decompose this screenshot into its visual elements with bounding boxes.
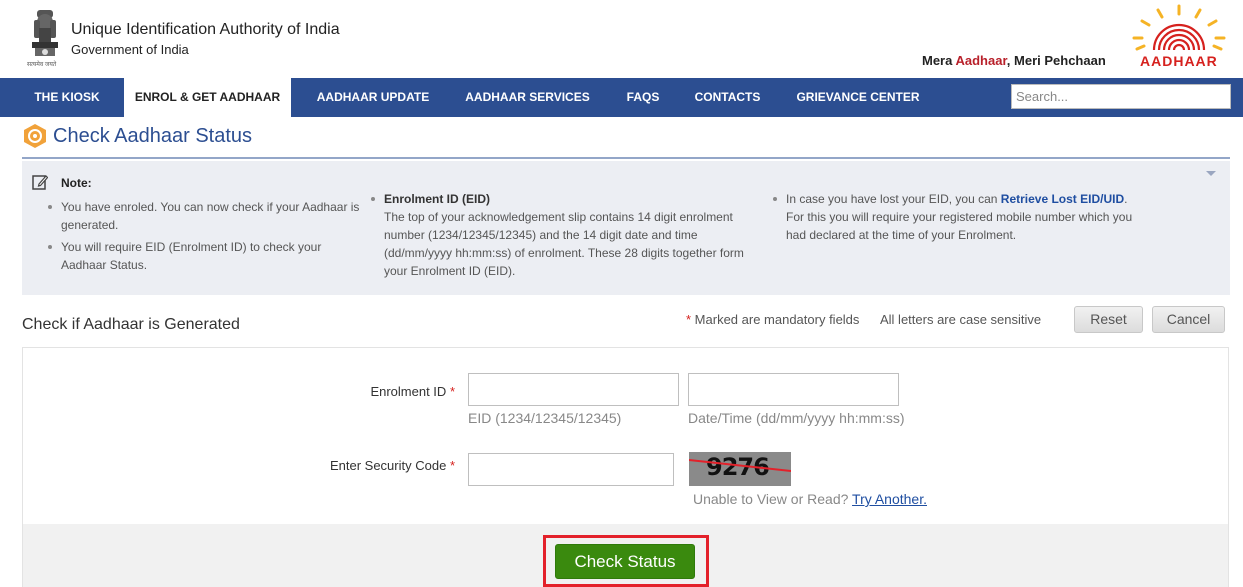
cancel-button[interactable]: Cancel xyxy=(1152,306,1225,333)
bullet-icon xyxy=(48,205,52,209)
tagline-highlight: Aadhaar xyxy=(955,53,1007,68)
eid-hint: EID (1234/12345/12345) xyxy=(468,410,622,426)
security-code-label-text: Enter Security Code xyxy=(329,458,447,473)
case-sensitive-note: All letters are case sensitive xyxy=(880,312,1042,327)
enrolment-id-label: Enrolment ID * xyxy=(300,384,455,399)
reset-button[interactable]: Reset xyxy=(1074,306,1143,333)
nav-item-contacts[interactable]: CONTACTS xyxy=(683,78,772,117)
collapse-arrow-icon[interactable] xyxy=(1206,171,1216,176)
captcha-help: Unable to View or Read? Try Another. xyxy=(693,491,927,507)
aadhaar-logo-text: AADHAAR xyxy=(1140,53,1218,69)
note-col2: Enrolment ID (EID) The top of your ackno… xyxy=(384,190,754,280)
nav-item-enrol-get-aadhaar[interactable]: ENROL & GET AADHAAR xyxy=(124,78,291,117)
note-col3-prefix: In case you have lost your EID, you can xyxy=(786,192,1001,206)
note-col1-item1: You have enroled. You can now check if y… xyxy=(61,200,360,232)
bullet-icon xyxy=(773,197,777,201)
org-subtitle: Government of India xyxy=(71,42,189,57)
search-input[interactable] xyxy=(1011,84,1231,109)
org-title: Unique Identification Authority of India xyxy=(71,21,340,38)
try-another-link[interactable]: Try Another. xyxy=(852,491,927,507)
captcha-help-text: Unable to View or Read? xyxy=(693,491,853,507)
nav-item-faqs[interactable]: FAQS xyxy=(613,78,673,117)
tagline: Mera Aadhaar, Meri Pehchaan xyxy=(922,53,1106,68)
nav-item-aadhaar-services[interactable]: AADHAAR SERVICES xyxy=(452,78,603,117)
main-nav: THE KIOSK ENROL & GET AADHAAR AADHAAR UP… xyxy=(0,78,1243,117)
note-col3: In case you have lost your EID, you can … xyxy=(786,190,1141,244)
form-heading: Check if Aadhaar is Generated xyxy=(22,316,240,333)
nav-item-the-kiosk[interactable]: THE KIOSK xyxy=(22,78,112,117)
note-col2-title: Enrolment ID (EID) xyxy=(384,192,491,206)
page-title: Check Aadhaar Status xyxy=(53,125,253,147)
note-col1-item2: You will require EID (Enrolment ID) to c… xyxy=(61,240,322,272)
nav-item-grievance-center[interactable]: GRIEVANCE CENTER xyxy=(784,78,932,117)
site-header: सत्यमेव जयते Unique Identification Autho… xyxy=(0,0,1243,78)
captcha-strike-icon xyxy=(689,459,791,472)
enrolment-id-label-text: Enrolment ID xyxy=(370,384,447,399)
security-code-input[interactable] xyxy=(468,453,674,486)
national-emblem-icon xyxy=(32,10,58,56)
bullet-icon xyxy=(48,245,52,249)
eid-input[interactable] xyxy=(468,373,679,406)
required-star: * xyxy=(449,458,455,473)
nav-item-aadhaar-update[interactable]: AADHAAR UPDATE xyxy=(303,78,443,117)
datetime-input[interactable] xyxy=(688,373,899,406)
retrieve-lost-eid-link[interactable]: Retrieve Lost EID/UID xyxy=(1001,192,1124,206)
tagline-suffix: , Meri Pehchaan xyxy=(1006,53,1106,68)
status-hexagon-icon xyxy=(24,124,46,148)
captcha-image: 9276 xyxy=(689,452,791,486)
emblem-caption: सत्यमेव जयते xyxy=(27,62,57,68)
security-code-label: Enter Security Code * xyxy=(270,458,455,473)
mandatory-text: Marked are mandatory fields xyxy=(691,312,860,327)
bullet-icon xyxy=(371,197,375,201)
datetime-hint: Date/Time (dd/mm/yyyy hh:mm:ss) xyxy=(688,410,905,426)
edit-note-icon xyxy=(32,175,48,190)
tagline-prefix: Mera xyxy=(922,53,956,68)
check-status-button[interactable]: Check Status xyxy=(555,544,695,579)
mandatory-note: * Marked are mandatory fields xyxy=(686,312,859,327)
title-divider xyxy=(22,157,1230,159)
required-star: * xyxy=(449,384,455,399)
note-heading: Note: xyxy=(61,176,92,190)
note-col2-body: The top of your acknowledgement slip con… xyxy=(384,210,744,278)
